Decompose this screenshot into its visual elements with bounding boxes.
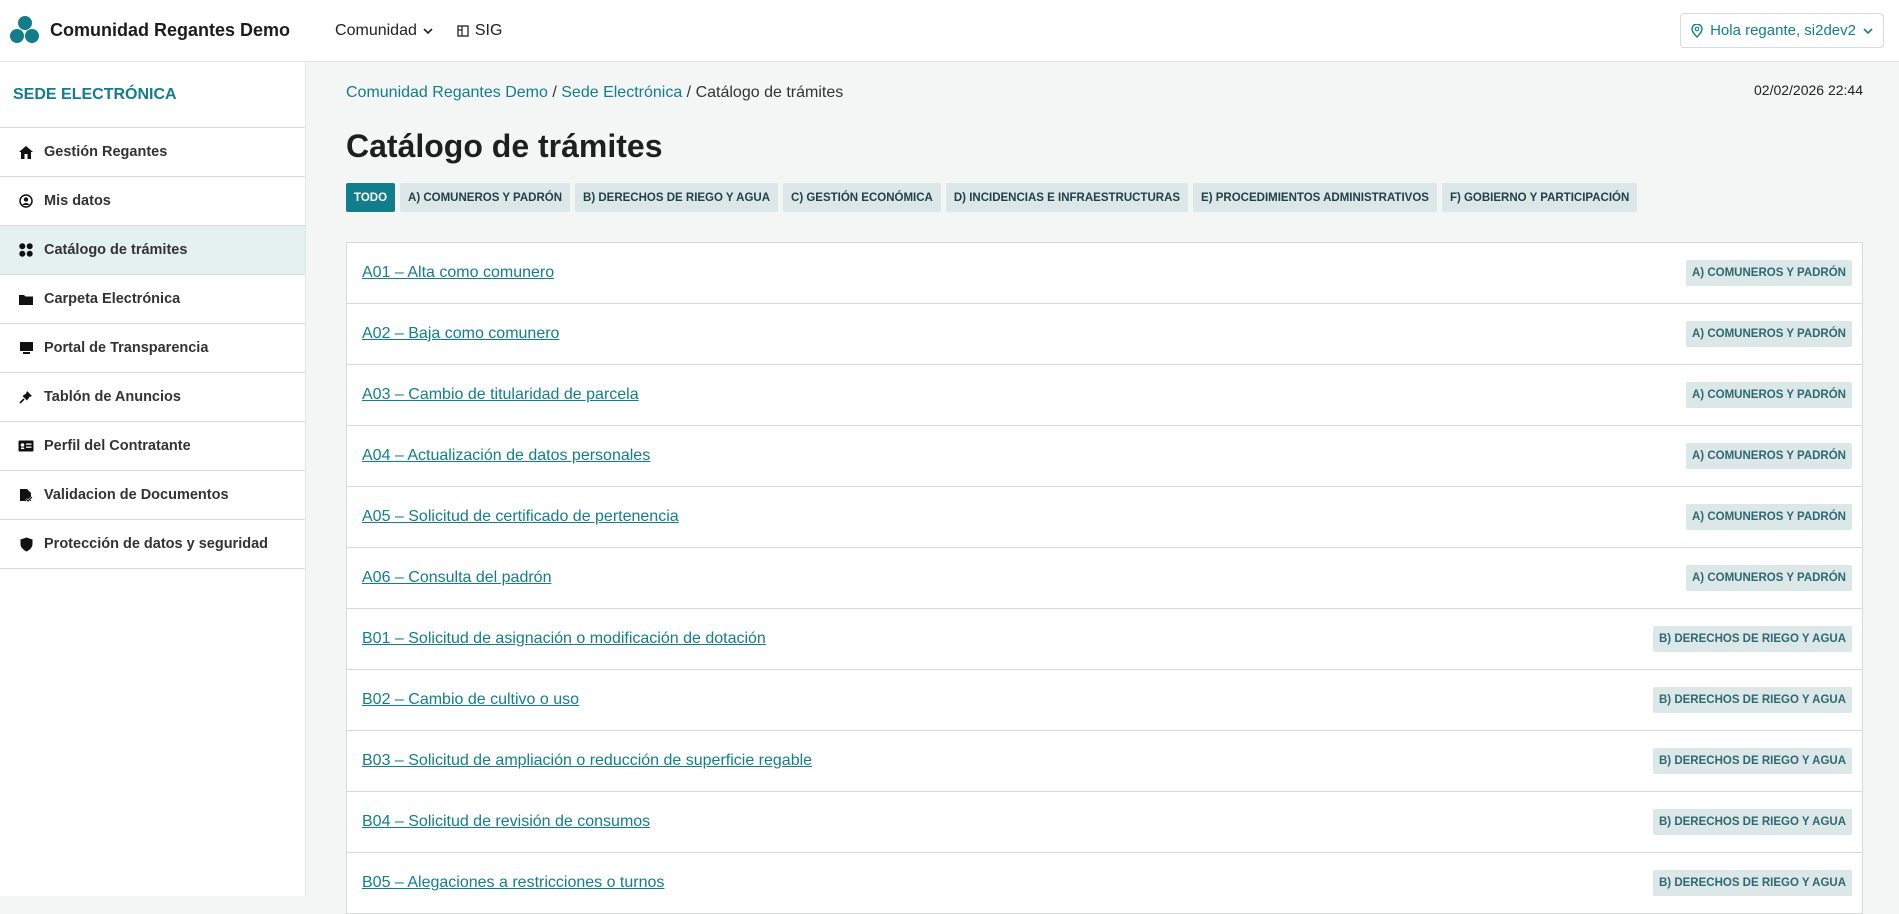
sidebar-item-carpeta[interactable]: Carpeta Electrónica xyxy=(0,275,305,324)
sidebar-item-label: Carpeta Electrónica xyxy=(44,291,181,307)
sidebar-item-mis-datos[interactable]: Mis datos xyxy=(0,177,305,226)
filter-procedimientos[interactable]: E) PROCEDIMIENTOS ADMINISTRATIVOS xyxy=(1193,183,1437,212)
filter-todo[interactable]: TODO xyxy=(346,183,396,212)
sidebar-item-proteccion[interactable]: Protección de datos y seguridad xyxy=(0,520,305,569)
nav-sig[interactable]: SIG xyxy=(457,21,503,40)
user-menu-button[interactable]: Hola regante, si2dev2 xyxy=(1680,13,1884,48)
list-item: B05 – Alegaciones a restricciones o turn… xyxy=(347,853,1862,914)
tramite-link[interactable]: A02 – Baja como comunero xyxy=(362,325,559,343)
chevron-down-icon xyxy=(423,27,433,34)
tramite-link[interactable]: B02 – Cambio de cultivo o uso xyxy=(362,691,579,709)
sidebar: SEDE ELECTRÓNICA Gestión Regantes Mis da… xyxy=(0,62,306,896)
sidebar-item-label: Validacion de Documentos xyxy=(44,487,229,503)
datetime: 02/02/2026 22:44 xyxy=(1754,82,1863,98)
user-icon xyxy=(18,194,34,208)
grid-icon xyxy=(18,243,34,257)
tramite-link[interactable]: B01 – Solicitud de asignación o modifica… xyxy=(362,630,766,648)
page-title: Catálogo de trámites xyxy=(346,128,663,164)
category-badge: A) COMUNEROS Y PADRÓN xyxy=(1686,565,1852,591)
list-item: A02 – Baja como comunero A) COMUNEROS Y P… xyxy=(347,304,1862,365)
category-badge: B) DERECHOS DE RIEGO Y AGUA xyxy=(1652,687,1852,713)
sidebar-item-gestion-regantes[interactable]: Gestión Regantes xyxy=(0,128,305,177)
category-badge: B) DERECHOS DE RIEGO Y AGUA xyxy=(1652,870,1852,896)
list-item: A06 – Consulta del padrón A) COMUNEROS Y … xyxy=(347,548,1862,609)
monitor-icon xyxy=(18,341,34,355)
category-badge: A) COMUNEROS Y PADRÓN xyxy=(1686,504,1852,530)
brand-name: Comunidad Regantes Demo xyxy=(50,20,291,40)
sidebar-item-label: Mis datos xyxy=(44,193,111,209)
sidebar-item-validacion[interactable]: Validacion de Documentos xyxy=(0,471,305,520)
category-badge: B) DERECHOS DE RIEGO Y AGUA xyxy=(1652,626,1852,652)
tramite-link[interactable]: A05 – Solicitud de certificado de perten… xyxy=(362,508,679,526)
category-badge: B) DERECHOS DE RIEGO Y AGUA xyxy=(1652,809,1852,835)
main-nav: Comunidad SIG xyxy=(335,22,502,40)
filter-derechos-riego[interactable]: B) DERECHOS DE RIEGO Y AGUA xyxy=(575,183,779,212)
user-greeting: Hola regante, si2dev2 xyxy=(1710,22,1856,39)
list-item: B02 – Cambio de cultivo o uso B) DERECHOS… xyxy=(347,670,1862,731)
map-icon xyxy=(457,24,469,37)
logo-icon xyxy=(10,15,40,46)
tramite-link[interactable]: A06 – Consulta del padrón xyxy=(362,569,551,587)
category-badge: A) COMUNEROS Y PADRÓN xyxy=(1686,443,1852,469)
id-card-icon xyxy=(18,440,34,452)
category-badge: A) COMUNEROS Y PADRÓN xyxy=(1686,382,1852,408)
sidebar-item-tablon[interactable]: Tablón de Anuncios xyxy=(0,373,305,422)
nav-sig-label: SIG xyxy=(474,21,503,39)
list-item: A05 – Solicitud de certificado de perten… xyxy=(347,487,1862,548)
tramite-link[interactable]: A03 – Cambio de titularidad de parcela xyxy=(362,386,639,404)
filter-gobierno[interactable]: F) GOBIERNO Y PARTICIPACIÓN xyxy=(1441,183,1638,212)
tramite-link[interactable]: B04 – Solicitud de revisión de consumos xyxy=(362,813,650,831)
list-item: A03 – Cambio de titularidad de parcela A)… xyxy=(347,365,1862,426)
category-badge: B) DERECHOS DE RIEGO Y AGUA xyxy=(1652,748,1852,774)
sidebar-item-label: Gestión Regantes xyxy=(44,144,168,160)
home-icon xyxy=(18,145,34,160)
location-pin-icon xyxy=(1691,23,1703,38)
list-item: B01 – Solicitud de asignación o modifica… xyxy=(347,609,1862,670)
tramite-link[interactable]: A04 – Actualización de datos personales xyxy=(362,447,650,465)
tramites-list: A01 – Alta como comunero A) COMUNEROS Y P… xyxy=(346,242,1863,914)
tramite-link[interactable]: B05 – Alegaciones a restricciones o turn… xyxy=(362,874,664,892)
breadcrumb-sede-link[interactable]: Sede Electrónica xyxy=(561,84,682,101)
breadcrumb-separator: / xyxy=(686,84,692,101)
list-item: A04 – Actualización de datos personales A… xyxy=(347,426,1862,487)
breadcrumb-home-link[interactable]: Comunidad Regantes Demo xyxy=(346,84,548,101)
shield-icon xyxy=(18,537,34,552)
category-filters: TODO A) COMUNEROS Y PADRÓN B) DERECHOS D… xyxy=(346,183,1638,212)
brand[interactable]: Comunidad Regantes Demo xyxy=(10,15,291,46)
list-item: A01 – Alta como comunero A) COMUNEROS Y P… xyxy=(347,243,1862,304)
sidebar-item-label: Perfil del Contratante xyxy=(44,438,191,454)
chevron-down-icon xyxy=(1863,27,1873,34)
sidebar-item-transparencia[interactable]: Portal de Transparencia xyxy=(0,324,305,373)
filter-gestion-economica[interactable]: C) GESTIÓN ECONÓMICA xyxy=(783,183,941,212)
top-navbar: Comunidad Regantes Demo Comunidad SIG Ho… xyxy=(0,0,1899,62)
nav-comunidad-label: Comunidad xyxy=(335,21,417,39)
pin-icon xyxy=(18,390,34,404)
filter-incidencias[interactable]: D) INCIDENCIAS E INFRAESTRUCTURAS xyxy=(945,183,1189,212)
breadcrumb: Comunidad Regantes Demo / Sede Electróni… xyxy=(346,84,843,102)
tramite-link[interactable]: A01 – Alta como comunero xyxy=(362,264,554,282)
category-badge: A) COMUNEROS Y PADRÓN xyxy=(1686,321,1852,347)
sidebar-item-label: Tablón de Anuncios xyxy=(44,389,181,405)
document-check-icon xyxy=(18,488,34,503)
sidebar-item-catalogo[interactable]: Catálogo de trámites xyxy=(0,226,305,275)
list-item: B04 – Solicitud de revisión de consumos B… xyxy=(347,792,1862,853)
breadcrumb-current: Catálogo de trámites xyxy=(695,84,844,101)
tramite-link[interactable]: B03 – Solicitud de ampliación o reducció… xyxy=(362,752,812,770)
breadcrumb-separator: / xyxy=(552,84,557,101)
sidebar-title: SEDE ELECTRÓNICA xyxy=(0,62,305,128)
sidebar-item-label: Protección de datos y seguridad xyxy=(44,536,268,552)
nav-comunidad[interactable]: Comunidad xyxy=(335,22,433,40)
sidebar-item-label: Catálogo de trámites xyxy=(44,242,188,258)
filter-comuneros[interactable]: A) COMUNEROS Y PADRÓN xyxy=(400,183,571,212)
category-badge: A) COMUNEROS Y PADRÓN xyxy=(1686,260,1852,286)
folder-icon xyxy=(18,293,34,306)
sidebar-item-label: Portal de Transparencia xyxy=(44,340,209,356)
sidebar-item-contratante[interactable]: Perfil del Contratante xyxy=(0,422,305,471)
list-item: B03 – Solicitud de ampliación o reducció… xyxy=(347,731,1862,792)
